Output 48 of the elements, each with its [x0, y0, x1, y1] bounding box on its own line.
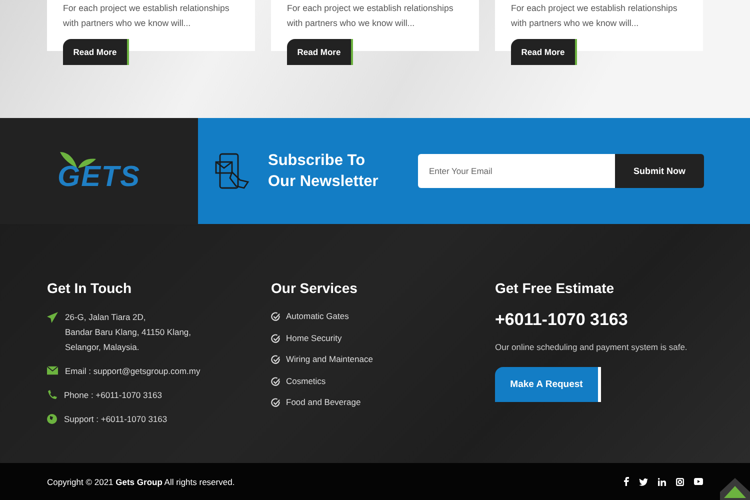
service-link[interactable]: Wiring and Maintenace [286, 353, 373, 366]
estimate-phone: +6011-1070 3163 [495, 310, 629, 330]
column-heading: Get Free Estimate [495, 280, 616, 296]
service-link[interactable]: Food and Beverage [286, 396, 361, 409]
linkedin-icon[interactable] [658, 478, 666, 486]
check-circle-icon [271, 355, 280, 364]
contact-text: 26-G, Jalan Tiara 2D, [65, 311, 147, 324]
check-circle-icon [271, 312, 280, 321]
service-link[interactable]: Automatic Gates [286, 310, 349, 323]
card-excerpt: For each project we establish relationships [511, 2, 678, 15]
service-link[interactable]: Home Security [286, 332, 342, 344]
card-excerpt: with partners who we know will... [287, 17, 416, 30]
paper-plane-icon [47, 312, 58, 323]
card-excerpt: For each project we establish relationships [63, 2, 230, 15]
contact-text: Email : support@getsgroup.com.my [65, 365, 200, 378]
contact-text: Bandar Baru Klang, 41150 Klang, [65, 326, 192, 339]
logo-text: GETS [58, 162, 140, 192]
newsletter-title: Our Newsletter [268, 172, 380, 192]
youtube-icon[interactable] [694, 478, 703, 485]
card-excerpt: For each project we establish relationships [287, 2, 454, 15]
email-field[interactable]: Enter Your Email [418, 154, 615, 188]
facebook-icon[interactable] [624, 477, 629, 486]
read-more-button[interactable]: Read More [511, 39, 577, 65]
check-circle-icon [271, 376, 280, 386]
contact-text: Phone : +6011-1070 3163 [64, 389, 162, 402]
check-circle-icon [271, 398, 280, 407]
read-more-button[interactable]: Read More [287, 39, 353, 65]
card-excerpt: with partners who we know will... [511, 17, 640, 30]
newsletter-title: Subscribe To [268, 151, 366, 171]
estimate-note: Our online scheduling and payment system is safe. [495, 342, 688, 352]
submit-button[interactable]: Submit Now [615, 154, 704, 188]
scroll-to-top-icon[interactable] [720, 478, 750, 500]
contact-text: Selangor, Malaysia. [65, 341, 140, 354]
make-request-button[interactable]: Make A Request [495, 367, 601, 402]
instagram-icon[interactable] [676, 478, 684, 486]
check-circle-icon [271, 334, 280, 342]
twitter-icon[interactable] [639, 478, 648, 486]
envelope-icon [47, 366, 58, 375]
globe-icon [47, 414, 57, 424]
contact-text: Support : +6011-1070 3163 [64, 413, 168, 426]
phone-icon [47, 390, 57, 400]
card-excerpt: with partners who we know will... [63, 17, 192, 30]
service-link[interactable]: Cosmetics [286, 374, 326, 388]
column-heading: Our Services [271, 280, 358, 296]
phone-mail-icon [214, 152, 250, 190]
read-more-button[interactable]: Read More [63, 39, 129, 65]
column-heading: Get In Touch [47, 280, 133, 296]
copyright-text: Copyright © 2021 Gets Group All rights reserved. [47, 476, 235, 486]
